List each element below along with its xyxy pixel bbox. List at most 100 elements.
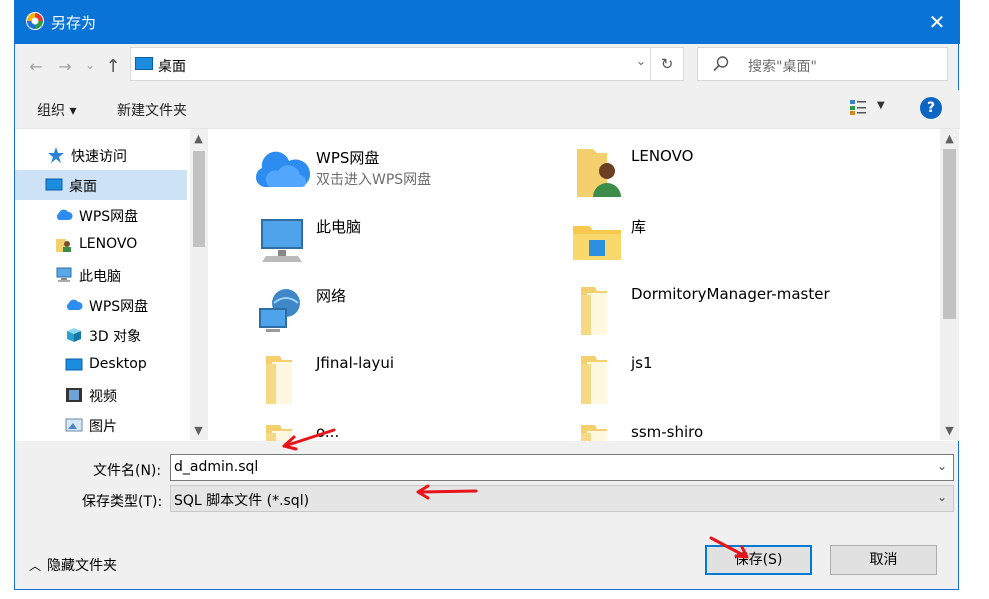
recent-locations-icon[interactable]: ⌄ — [79, 54, 101, 76]
sidebar-item[interactable]: 快速访问 — [15, 140, 187, 170]
filetype-select[interactable]: SQL 脚本文件 (*.sql) ⌄ — [170, 485, 954, 512]
sidebar-item[interactable]: 桌面 — [15, 170, 187, 200]
desktop-icon — [65, 357, 83, 373]
search-placeholder: 搜索"桌面" — [748, 59, 817, 75]
sidebar-item[interactable]: WPS网盘 — [15, 200, 187, 230]
file-item[interactable]: WPS网盘双击进入WPS网盘 — [252, 141, 552, 201]
file-item-name: WPS网盘 — [316, 149, 380, 167]
network-icon — [252, 279, 312, 339]
file-item[interactable]: o... — [252, 417, 552, 441]
file-item-name: 此电脑 — [316, 218, 362, 236]
up-arrow-icon[interactable]: ↑ — [102, 56, 124, 78]
user-folder-icon — [55, 237, 73, 253]
file-item[interactable]: 此电脑 — [252, 210, 552, 270]
refresh-button[interactable]: ↻ — [650, 47, 684, 81]
file-item[interactable]: ssm-shiro — [567, 417, 867, 441]
file-list-scrollbar[interactable]: ▲ ▼ — [940, 129, 959, 440]
file-item-name: 库 — [631, 218, 647, 236]
cloud-icon — [65, 297, 83, 313]
cloud-icon — [252, 141, 312, 201]
file-item[interactable]: DormitoryManager-master — [567, 279, 867, 339]
cube-icon — [65, 327, 83, 343]
sidebar-item[interactable]: LENOVO — [15, 230, 187, 260]
sidebar-item-label: 3D 对象 — [89, 329, 142, 345]
file-item[interactable]: Jfinal-layui — [252, 348, 552, 408]
file-list-scroll-thumb[interactable] — [943, 149, 956, 319]
cloud-icon — [55, 207, 73, 223]
scroll-down-icon[interactable]: ▼ — [941, 424, 958, 437]
folder-icon — [252, 348, 312, 408]
sidebar-item[interactable]: 此电脑 — [15, 260, 187, 290]
sidebar-item-label: 桌面 — [69, 179, 97, 195]
sidebar-item-label: 视频 — [89, 389, 117, 405]
sidebar-item-label: WPS网盘 — [89, 299, 149, 315]
scroll-down-icon[interactable]: ▼ — [190, 424, 207, 437]
chevron-up-icon: ︿ — [29, 559, 42, 573]
sidebar-scroll-thumb[interactable] — [193, 151, 205, 247]
desktop-icon — [135, 57, 153, 70]
close-icon: ✕ — [928, 10, 946, 34]
search-icon — [713, 56, 729, 72]
filename-value: d_admin.sql — [174, 459, 259, 475]
filetype-label: 保存类型(T): — [82, 494, 163, 510]
sidebar-item-label: 图片 — [89, 419, 117, 435]
folder-icon — [252, 417, 312, 441]
scroll-up-icon[interactable]: ▲ — [941, 132, 958, 145]
sidebar-item[interactable]: 图片 — [15, 410, 187, 440]
file-item[interactable]: js1 — [567, 348, 867, 408]
filetype-value: SQL 脚本文件 (*.sql) — [174, 493, 310, 509]
picture-icon — [65, 417, 83, 433]
save-button[interactable]: 保存(S) — [705, 545, 812, 575]
organize-menu[interactable]: 组织 ▾ — [37, 100, 76, 120]
sidebar-item[interactable]: Desktop — [15, 350, 187, 380]
sidebar-item[interactable]: WPS网盘 — [15, 290, 187, 320]
sidebar-item[interactable]: 3D 对象 — [15, 320, 187, 350]
sidebar-item-label: LENOVO — [79, 236, 138, 252]
view-options-icon[interactable] — [849, 98, 867, 116]
cancel-button[interactable]: 取消 — [830, 545, 937, 575]
dialog-title: 另存为 — [51, 14, 97, 32]
refresh-icon: ↻ — [660, 55, 674, 73]
save-as-dialog: 另存为 ✕ ← → ⌄ ↑ 桌面 ⌄ ↻ 搜索"桌面" 组织 ▾ 新建文件夹 ▼… — [14, 0, 960, 590]
sidebar-scrollbar[interactable]: ▲ ▼ — [190, 129, 208, 440]
sidebar-item-label: 此电脑 — [79, 269, 121, 285]
sidebar-item-label: WPS网盘 — [79, 209, 139, 225]
hide-folders-toggle[interactable]: ︿ 隐藏文件夹 — [29, 555, 117, 575]
file-item[interactable]: 网络 — [252, 279, 552, 339]
chevron-down-icon[interactable]: ⌄ — [937, 459, 947, 473]
chevron-down-icon[interactable]: ⌄ — [636, 54, 646, 68]
computer-icon — [252, 210, 312, 270]
file-item-name: js1 — [631, 354, 653, 372]
close-button[interactable]: ✕ — [914, 0, 960, 44]
filename-field[interactable]: d_admin.sql ⌄ — [170, 454, 954, 481]
file-item-name: 网络 — [316, 287, 347, 305]
back-arrow-icon[interactable]: ← — [25, 56, 47, 78]
hide-folders-label: 隐藏文件夹 — [47, 558, 118, 574]
new-folder-button[interactable]: 新建文件夹 — [117, 100, 187, 120]
title-bar[interactable]: 另存为 ✕ — [15, 0, 960, 44]
filename-label: 文件名(N): — [93, 463, 162, 479]
view-dropdown-icon[interactable]: ▼ — [877, 100, 885, 111]
forward-arrow-icon[interactable]: → — [54, 56, 76, 78]
folder-icon — [567, 348, 627, 408]
search-box[interactable]: 搜索"桌面" — [697, 47, 948, 81]
chevron-down-icon[interactable]: ⌄ — [937, 490, 947, 504]
file-item-name: LENOVO — [631, 147, 694, 165]
folder-icon — [567, 279, 627, 339]
sidebar-item[interactable]: 视频 — [15, 380, 187, 410]
app-logo-icon — [26, 12, 44, 30]
navigation-pane: 快速访问桌面 WPS网盘 LENOVO 此电脑 WPS网盘 3D 对象 Desktop 视频图… — [15, 128, 208, 441]
scroll-up-icon[interactable]: ▲ — [190, 132, 207, 145]
file-item-subtitle: 双击进入WPS网盘 — [316, 172, 432, 188]
sidebar-item-label: 快速访问 — [71, 149, 127, 165]
file-item[interactable]: 库 — [567, 210, 867, 270]
library-icon — [567, 210, 627, 270]
help-button[interactable]: ? — [920, 97, 942, 119]
file-item-name: o... — [316, 423, 340, 441]
file-list: WPS网盘双击进入WPS网盘 LENOVO 此电脑 库网络 DormitoryManag… — [208, 128, 960, 441]
file-item-name: DormitoryManager-master — [631, 285, 830, 303]
file-item-name: ssm-shiro — [631, 423, 704, 441]
file-item[interactable]: LENOVO — [567, 141, 867, 201]
folder-icon — [567, 417, 627, 441]
address-bar[interactable]: 桌面 ⌄ — [130, 47, 657, 81]
